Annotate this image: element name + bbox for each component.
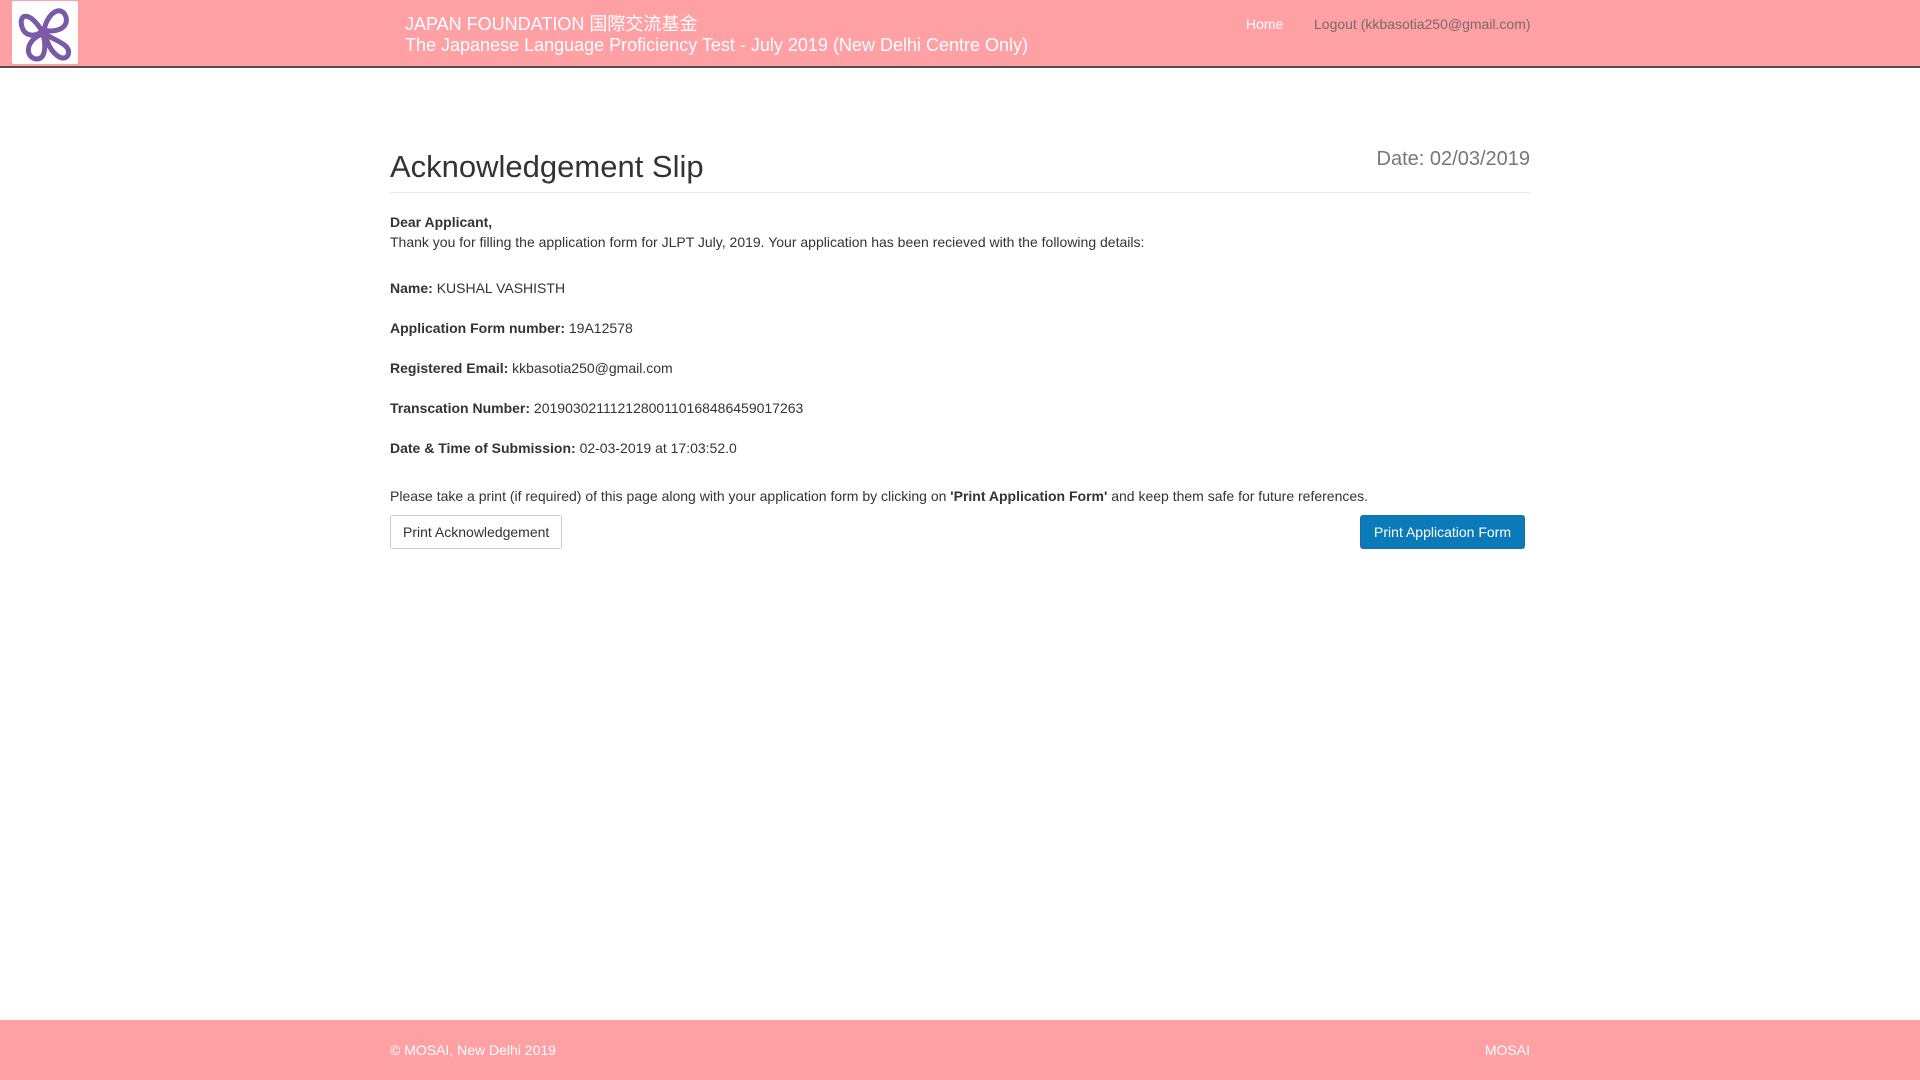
- detail-transaction-number: Transcation Number: 20190302111212800110…: [390, 400, 1530, 440]
- page: JAPAN FOUNDATION 国際交流基金 The Japanese Lan…: [0, 0, 1920, 1080]
- slip-date: Date: 02/03/2019: [1376, 148, 1530, 170]
- top-navbar: JAPAN FOUNDATION 国際交流基金 The Japanese Lan…: [0, 0, 1920, 68]
- detail-submission-datetime: Date & Time of Submission: 02-03-2019 at…: [390, 440, 1530, 480]
- print-note: Please take a print (if required) of thi…: [390, 488, 1530, 504]
- footer: © MOSAI, New Delhi 2019 MOSAI: [0, 1020, 1920, 1080]
- footer-copyright: © MOSAI, New Delhi 2019: [390, 1042, 556, 1058]
- detail-form-number: Application Form number: 19A12578: [390, 320, 1530, 360]
- detail-value: 02-03-2019 at 17:03:52.0: [579, 440, 737, 456]
- detail-value: kkbasotia250@gmail.com: [512, 360, 673, 376]
- action-buttons: Print Acknowledgement Print Application …: [390, 515, 1530, 551]
- butterfly-logo-icon[interactable]: [12, 1, 78, 64]
- page-title: Acknowledgement Slip: [390, 149, 704, 184]
- detail-value: KUSHAL VASHISTH: [436, 280, 566, 296]
- detail-name: Name: KUSHAL VASHISTH: [390, 280, 1530, 320]
- detail-label: Name:: [390, 280, 433, 296]
- detail-value: 19A12578: [568, 320, 633, 336]
- page-header: Acknowledgement Slip Date: 02/03/2019: [390, 140, 1530, 193]
- brand-title: JAPAN FOUNDATION 国際交流基金: [405, 14, 698, 34]
- application-details: Name: KUSHAL VASHISTH Application Form n…: [390, 280, 1530, 480]
- detail-email: Registered Email: kkbasotia250@gmail.com: [390, 360, 1530, 400]
- greeting-text: Dear Applicant,: [390, 214, 493, 230]
- main-content: Acknowledgement Slip Date: 02/03/2019 De…: [390, 140, 1530, 551]
- note-prefix: Please take a print (if required) of thi…: [390, 488, 951, 504]
- brand-subtitle: The Japanese Language Proficiency Test -…: [405, 35, 1028, 55]
- print-acknowledgement-button[interactable]: Print Acknowledgement: [390, 515, 563, 549]
- note-bold: 'Print Application Form': [950, 488, 1108, 504]
- site-brand[interactable]: JAPAN FOUNDATION 国際交流基金 The Japanese Lan…: [405, 14, 1028, 56]
- print-application-form-button[interactable]: Print Application Form: [1360, 515, 1525, 549]
- nav-logout-link[interactable]: Logout (kkbasotia250@gmail.com): [1314, 16, 1531, 32]
- nav-home-link[interactable]: Home: [1246, 16, 1283, 32]
- intro-text: Thank you for filling the application fo…: [390, 234, 1145, 250]
- detail-label: Transcation Number:: [390, 400, 531, 416]
- detail-value: 20190302111212800110168486459017263: [533, 400, 804, 416]
- detail-label: Registered Email:: [390, 360, 509, 376]
- note-suffix: and keep them safe for future references…: [1107, 488, 1369, 504]
- detail-label: Application Form number:: [390, 320, 565, 336]
- detail-label: Date & Time of Submission:: [390, 440, 576, 456]
- footer-mosai-link[interactable]: MOSAI: [1485, 1042, 1530, 1058]
